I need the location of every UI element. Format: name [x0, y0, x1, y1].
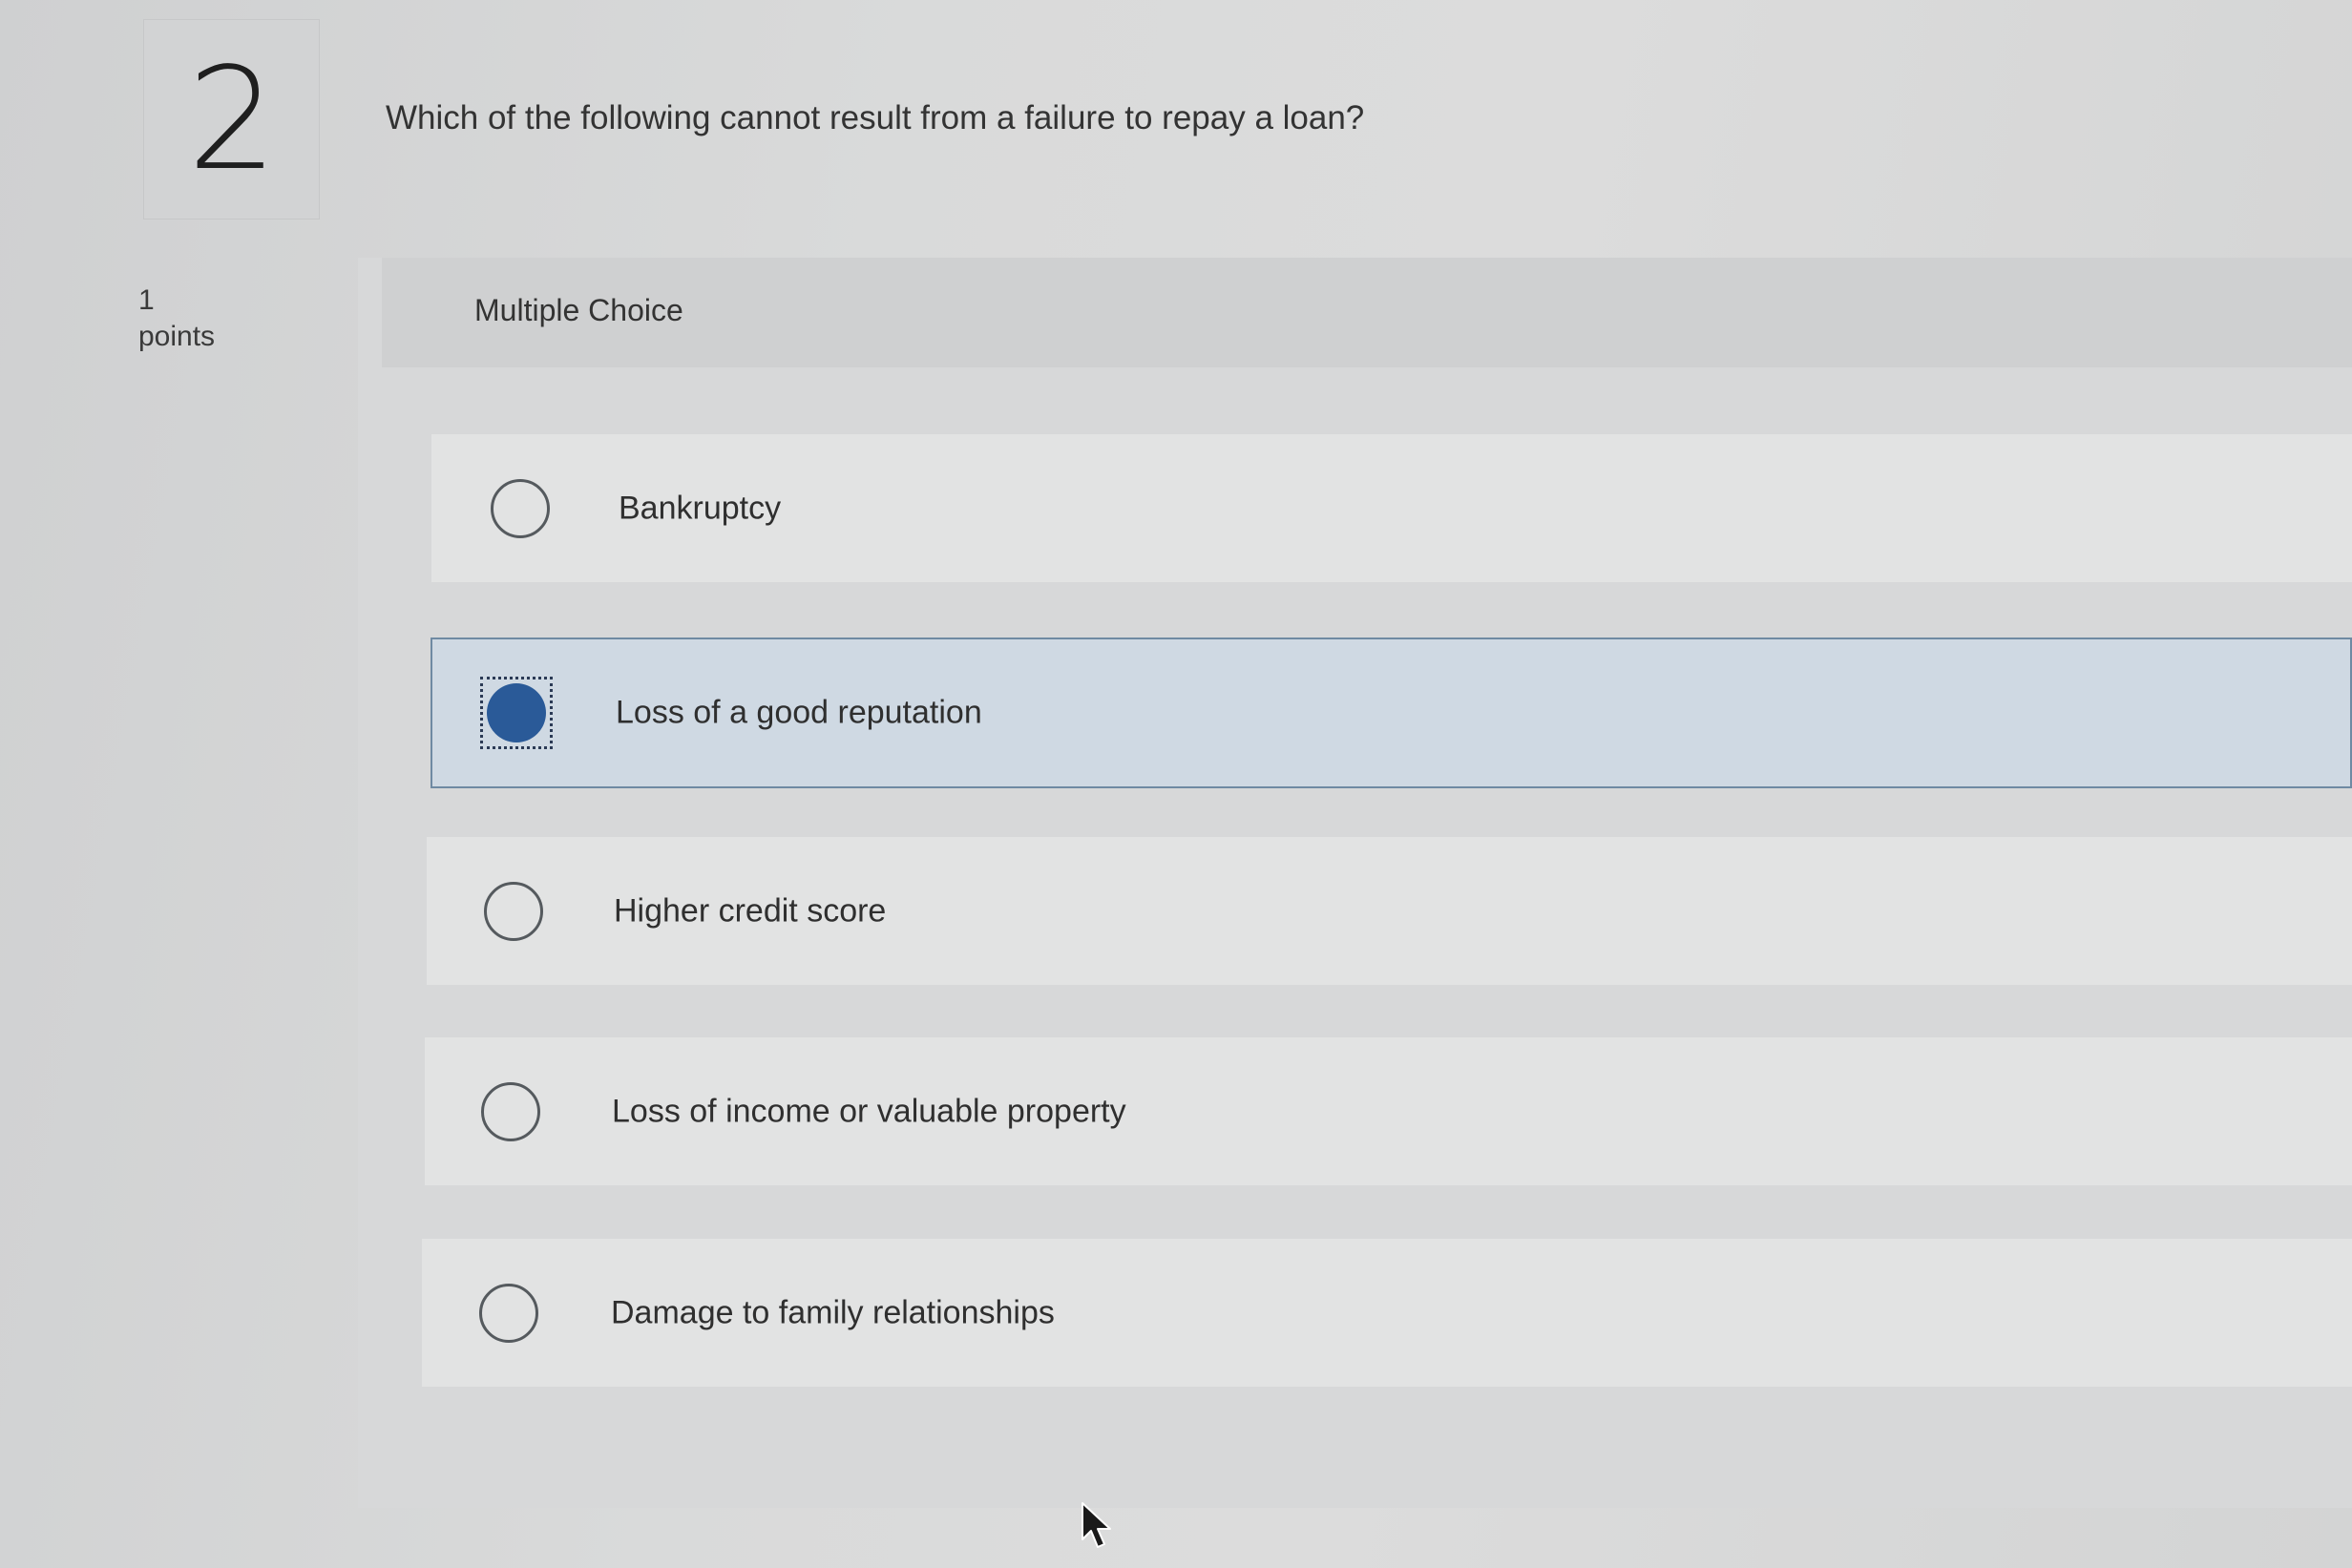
radio-checked-icon[interactable] — [480, 677, 553, 749]
radio-unchecked-icon[interactable] — [479, 1283, 538, 1343]
question-type-label: Multiple Choice — [474, 293, 683, 327]
radio-unchecked-icon[interactable] — [484, 881, 543, 941]
answer-option[interactable]: Damage to family relationships — [422, 1239, 2352, 1387]
answer-option[interactable]: Loss of income or valuable property — [425, 1037, 2352, 1185]
question-number-box: 2 — [143, 19, 320, 220]
question-number: 2 — [187, 37, 278, 201]
answer-option[interactable]: Higher credit score — [427, 837, 2352, 985]
radio-unchecked-icon[interactable] — [491, 478, 550, 538]
question-prompt: Which of the following cannot result fro… — [386, 99, 1365, 136]
mouse-pointer-icon — [1082, 1502, 1111, 1548]
answer-option-label: Loss of a good reputation — [616, 694, 982, 731]
points-label: points — [138, 321, 216, 352]
answer-option-label: Bankruptcy — [619, 490, 782, 526]
answer-option[interactable]: Bankruptcy — [431, 434, 2352, 582]
points-value: 1 — [138, 284, 155, 316]
answer-option-label: Loss of income or valuable property — [612, 1093, 1126, 1129]
radio-unchecked-icon[interactable] — [481, 1081, 540, 1141]
answer-option-selected[interactable]: Loss of a good reputation — [430, 638, 2352, 788]
answer-option-label: Higher credit score — [614, 892, 887, 929]
radio-checked-dot — [487, 683, 546, 742]
answer-option-label: Damage to family relationships — [611, 1294, 1055, 1330]
